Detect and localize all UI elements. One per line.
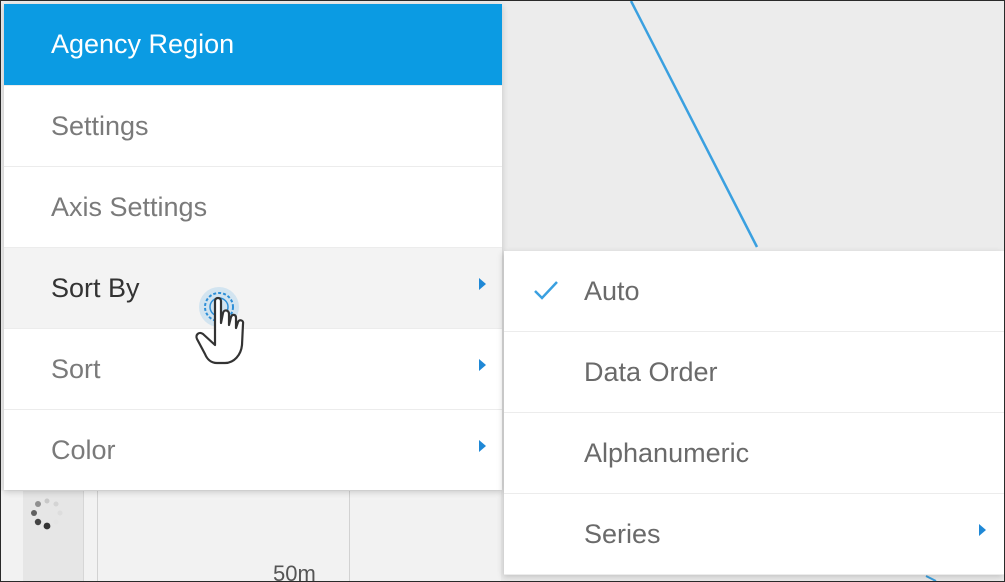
screenshot-frame: 50m Agency Region Settings Axis Settings… (0, 0, 1005, 582)
axis-tick-label: 50m (273, 561, 316, 582)
menu-item-label: Sort (51, 353, 101, 384)
submenu-item-label: Alphanumeric (584, 437, 750, 468)
chevron-right-icon (479, 440, 486, 452)
sort-by-submenu: Auto Data Order Alphanumeric Series (504, 251, 1004, 575)
menu-item-label: Axis Settings (51, 191, 208, 222)
submenu-item-label: Series (584, 518, 661, 549)
hand-pointer-icon (195, 287, 245, 365)
chevron-right-icon (479, 359, 486, 371)
submenu-item-alphanumeric[interactable]: Alphanumeric (504, 413, 1004, 494)
loading-spinner-icon (31, 498, 63, 530)
menu-item-label: Color (51, 434, 116, 465)
submenu-item-series[interactable]: Series (504, 494, 1004, 575)
menu-item-label: Settings (51, 110, 149, 141)
chevron-right-icon (979, 524, 986, 536)
context-menu: Agency Region Settings Axis Settings Sor… (4, 4, 502, 490)
grid-divider (97, 491, 98, 581)
check-icon (534, 281, 558, 300)
grid-divider (349, 491, 350, 581)
menu-item-axis-settings[interactable]: Axis Settings (4, 166, 502, 247)
menu-item-label: Sort By (51, 272, 140, 303)
submenu-item-data-order[interactable]: Data Order (504, 332, 1004, 413)
menu-item-color[interactable]: Color (4, 409, 502, 490)
menu-item-settings[interactable]: Settings (4, 85, 502, 166)
submenu-item-label: Auto (584, 275, 640, 306)
menu-title: Agency Region (4, 4, 502, 85)
submenu-item-label: Data Order (584, 356, 718, 387)
chevron-right-icon (479, 278, 486, 290)
submenu-item-auto[interactable]: Auto (504, 251, 1004, 332)
